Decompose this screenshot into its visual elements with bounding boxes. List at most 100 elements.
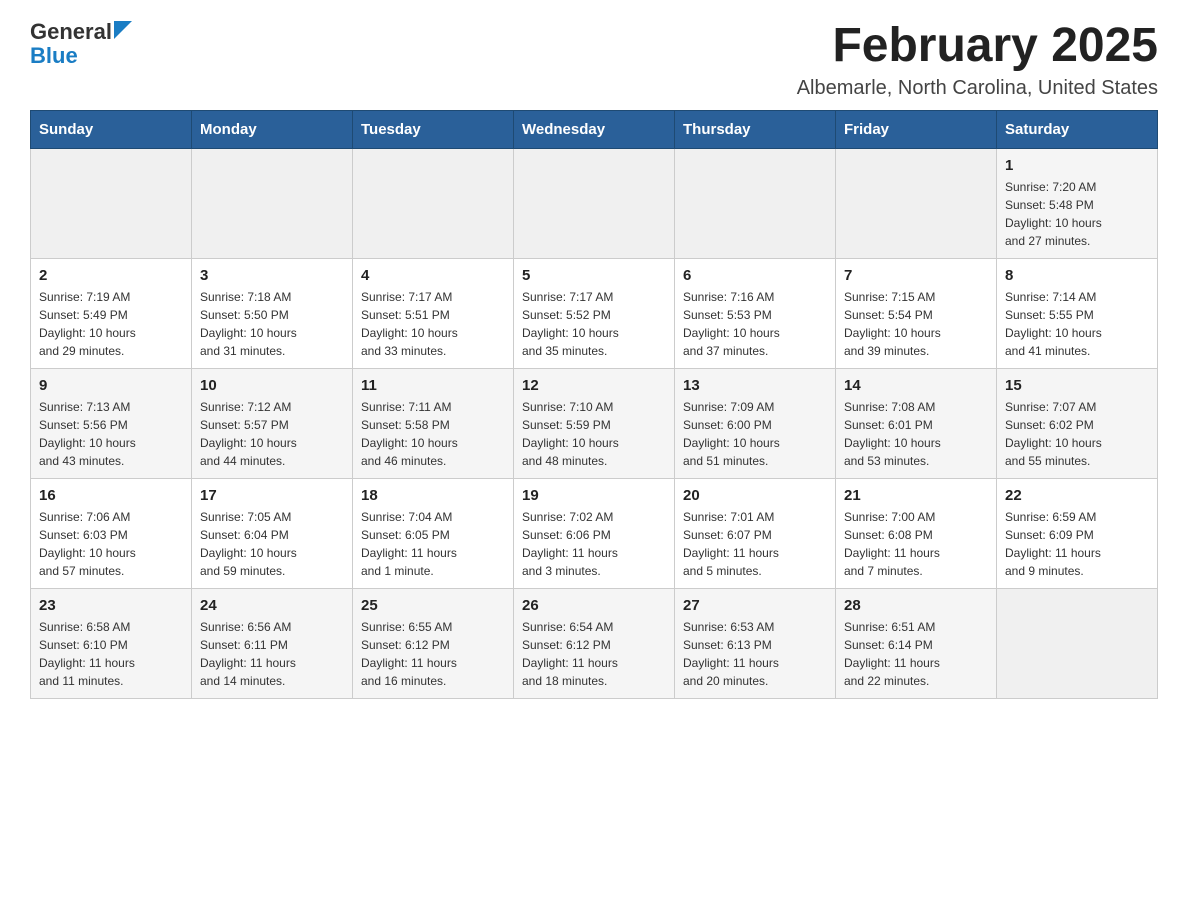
day-info: Sunrise: 7:19 AM Sunset: 5:49 PM Dayligh… bbox=[39, 288, 183, 360]
header-saturday: Saturday bbox=[997, 110, 1158, 148]
location-text: Albemarle, North Carolina, United States bbox=[797, 77, 1158, 100]
logo: General Blue bbox=[30, 20, 132, 68]
day-info: Sunrise: 7:16 AM Sunset: 5:53 PM Dayligh… bbox=[683, 288, 827, 360]
day-number: 18 bbox=[361, 487, 505, 504]
day-number: 6 bbox=[683, 267, 827, 284]
calendar-week-2: 2 Sunrise: 7:19 AM Sunset: 5:49 PM Daylig… bbox=[31, 258, 1158, 368]
day-info: Sunrise: 7:17 AM Sunset: 5:52 PM Dayligh… bbox=[522, 288, 666, 360]
header-monday: Monday bbox=[192, 110, 353, 148]
month-title: February 2025 bbox=[797, 20, 1158, 73]
logo-general-text: General bbox=[30, 20, 112, 44]
day-number: 3 bbox=[200, 267, 344, 284]
day-number: 7 bbox=[844, 267, 988, 284]
logo-arrow-icon bbox=[114, 21, 132, 39]
day-info: Sunrise: 7:15 AM Sunset: 5:54 PM Dayligh… bbox=[844, 288, 988, 360]
day-info: Sunrise: 7:10 AM Sunset: 5:59 PM Dayligh… bbox=[522, 398, 666, 470]
day-number: 23 bbox=[39, 597, 183, 614]
table-row: 3 Sunrise: 7:18 AM Sunset: 5:50 PM Daylig… bbox=[192, 258, 353, 368]
day-info: Sunrise: 7:17 AM Sunset: 5:51 PM Dayligh… bbox=[361, 288, 505, 360]
table-row: 13 Sunrise: 7:09 AM Sunset: 6:00 PM Dayli… bbox=[675, 368, 836, 478]
day-number: 4 bbox=[361, 267, 505, 284]
table-row: 6 Sunrise: 7:16 AM Sunset: 5:53 PM Daylig… bbox=[675, 258, 836, 368]
calendar-table: Sunday Monday Tuesday Wednesday Thursday… bbox=[30, 110, 1158, 699]
day-info: Sunrise: 7:08 AM Sunset: 6:01 PM Dayligh… bbox=[844, 398, 988, 470]
day-info: Sunrise: 6:54 AM Sunset: 6:12 PM Dayligh… bbox=[522, 618, 666, 690]
table-row: 5 Sunrise: 7:17 AM Sunset: 5:52 PM Daylig… bbox=[514, 258, 675, 368]
table-row: 10 Sunrise: 7:12 AM Sunset: 5:57 PM Dayli… bbox=[192, 368, 353, 478]
table-row: 24 Sunrise: 6:56 AM Sunset: 6:11 PM Dayli… bbox=[192, 588, 353, 698]
table-row: 19 Sunrise: 7:02 AM Sunset: 6:06 PM Dayli… bbox=[514, 478, 675, 588]
day-info: Sunrise: 7:11 AM Sunset: 5:58 PM Dayligh… bbox=[361, 398, 505, 470]
table-row: 8 Sunrise: 7:14 AM Sunset: 5:55 PM Daylig… bbox=[997, 258, 1158, 368]
day-info: Sunrise: 7:07 AM Sunset: 6:02 PM Dayligh… bbox=[1005, 398, 1149, 470]
day-info: Sunrise: 6:53 AM Sunset: 6:13 PM Dayligh… bbox=[683, 618, 827, 690]
day-info: Sunrise: 7:14 AM Sunset: 5:55 PM Dayligh… bbox=[1005, 288, 1149, 360]
day-number: 8 bbox=[1005, 267, 1149, 284]
day-info: Sunrise: 7:01 AM Sunset: 6:07 PM Dayligh… bbox=[683, 508, 827, 580]
day-info: Sunrise: 7:13 AM Sunset: 5:56 PM Dayligh… bbox=[39, 398, 183, 470]
table-row: 21Sunrise: 7:00 AM Sunset: 6:08 PM Dayli… bbox=[836, 478, 997, 588]
day-info: Sunrise: 7:02 AM Sunset: 6:06 PM Dayligh… bbox=[522, 508, 666, 580]
table-row: 27 Sunrise: 6:53 AM Sunset: 6:13 PM Dayli… bbox=[675, 588, 836, 698]
day-number: 19 bbox=[522, 487, 666, 504]
day-number: 2 bbox=[39, 267, 183, 284]
day-number: 14 bbox=[844, 377, 988, 394]
table-row bbox=[675, 148, 836, 258]
logo-blue-text: Blue bbox=[30, 44, 78, 68]
day-number: 15 bbox=[1005, 377, 1149, 394]
table-row bbox=[836, 148, 997, 258]
calendar-week-5: 23 Sunrise: 6:58 AM Sunset: 6:10 PM Dayli… bbox=[31, 588, 1158, 698]
header-friday: Friday bbox=[836, 110, 997, 148]
header-wednesday: Wednesday bbox=[514, 110, 675, 148]
table-row: 18 Sunrise: 7:04 AM Sunset: 6:05 PM Dayli… bbox=[353, 478, 514, 588]
table-row: 12 Sunrise: 7:10 AM Sunset: 5:59 PM Dayli… bbox=[514, 368, 675, 478]
day-number: 20 bbox=[683, 487, 827, 504]
day-number: 5 bbox=[522, 267, 666, 284]
day-number: 16 bbox=[39, 487, 183, 504]
title-section: February 2025 Albemarle, North Carolina,… bbox=[797, 20, 1158, 100]
table-row: 1 Sunrise: 7:20 AM Sunset: 5:48 PM Daylig… bbox=[997, 148, 1158, 258]
calendar-header-row: Sunday Monday Tuesday Wednesday Thursday… bbox=[31, 110, 1158, 148]
day-info: Sunrise: 7:06 AM Sunset: 6:03 PM Dayligh… bbox=[39, 508, 183, 580]
table-row: 17Sunrise: 7:05 AM Sunset: 6:04 PM Dayli… bbox=[192, 478, 353, 588]
calendar-week-3: 9 Sunrise: 7:13 AM Sunset: 5:56 PM Daylig… bbox=[31, 368, 1158, 478]
day-info: Sunrise: 7:12 AM Sunset: 5:57 PM Dayligh… bbox=[200, 398, 344, 470]
table-row: 26Sunrise: 6:54 AM Sunset: 6:12 PM Dayli… bbox=[514, 588, 675, 698]
table-row: 20 Sunrise: 7:01 AM Sunset: 6:07 PM Dayli… bbox=[675, 478, 836, 588]
day-number: 27 bbox=[683, 597, 827, 614]
day-info: Sunrise: 7:20 AM Sunset: 5:48 PM Dayligh… bbox=[1005, 178, 1149, 250]
table-row bbox=[997, 588, 1158, 698]
day-info: Sunrise: 7:09 AM Sunset: 6:00 PM Dayligh… bbox=[683, 398, 827, 470]
day-number: 12 bbox=[522, 377, 666, 394]
day-info: Sunrise: 6:55 AM Sunset: 6:12 PM Dayligh… bbox=[361, 618, 505, 690]
day-number: 13 bbox=[683, 377, 827, 394]
header-thursday: Thursday bbox=[675, 110, 836, 148]
day-info: Sunrise: 7:04 AM Sunset: 6:05 PM Dayligh… bbox=[361, 508, 505, 580]
day-number: 25 bbox=[361, 597, 505, 614]
day-info: Sunrise: 6:59 AM Sunset: 6:09 PM Dayligh… bbox=[1005, 508, 1149, 580]
day-number: 9 bbox=[39, 377, 183, 394]
day-number: 17 bbox=[200, 487, 344, 504]
table-row: 23 Sunrise: 6:58 AM Sunset: 6:10 PM Dayli… bbox=[31, 588, 192, 698]
day-info: Sunrise: 6:56 AM Sunset: 6:11 PM Dayligh… bbox=[200, 618, 344, 690]
day-info: Sunrise: 6:51 AM Sunset: 6:14 PM Dayligh… bbox=[844, 618, 988, 690]
table-row: 11 Sunrise: 7:11 AM Sunset: 5:58 PM Dayli… bbox=[353, 368, 514, 478]
day-info: Sunrise: 6:58 AM Sunset: 6:10 PM Dayligh… bbox=[39, 618, 183, 690]
day-number: 10 bbox=[200, 377, 344, 394]
calendar-week-1: 1 Sunrise: 7:20 AM Sunset: 5:48 PM Daylig… bbox=[31, 148, 1158, 258]
header-tuesday: Tuesday bbox=[353, 110, 514, 148]
day-number: 24 bbox=[200, 597, 344, 614]
table-row: 4 Sunrise: 7:17 AM Sunset: 5:51 PM Daylig… bbox=[353, 258, 514, 368]
table-row: 15 Sunrise: 7:07 AM Sunset: 6:02 PM Dayli… bbox=[997, 368, 1158, 478]
calendar-week-4: 16 Sunrise: 7:06 AM Sunset: 6:03 PM Dayli… bbox=[31, 478, 1158, 588]
day-info: Sunrise: 7:00 AM Sunset: 6:08 PM Dayligh… bbox=[844, 508, 988, 580]
day-number: 1 bbox=[1005, 157, 1149, 174]
table-row: 7 Sunrise: 7:15 AM Sunset: 5:54 PM Daylig… bbox=[836, 258, 997, 368]
table-row bbox=[31, 148, 192, 258]
day-number: 22 bbox=[1005, 487, 1149, 504]
day-number: 11 bbox=[361, 377, 505, 394]
day-info: Sunrise: 7:18 AM Sunset: 5:50 PM Dayligh… bbox=[200, 288, 344, 360]
table-row: 22 Sunrise: 6:59 AM Sunset: 6:09 PM Dayli… bbox=[997, 478, 1158, 588]
table-row bbox=[514, 148, 675, 258]
page-header: General Blue February 2025 Albemarle, No… bbox=[30, 20, 1158, 100]
